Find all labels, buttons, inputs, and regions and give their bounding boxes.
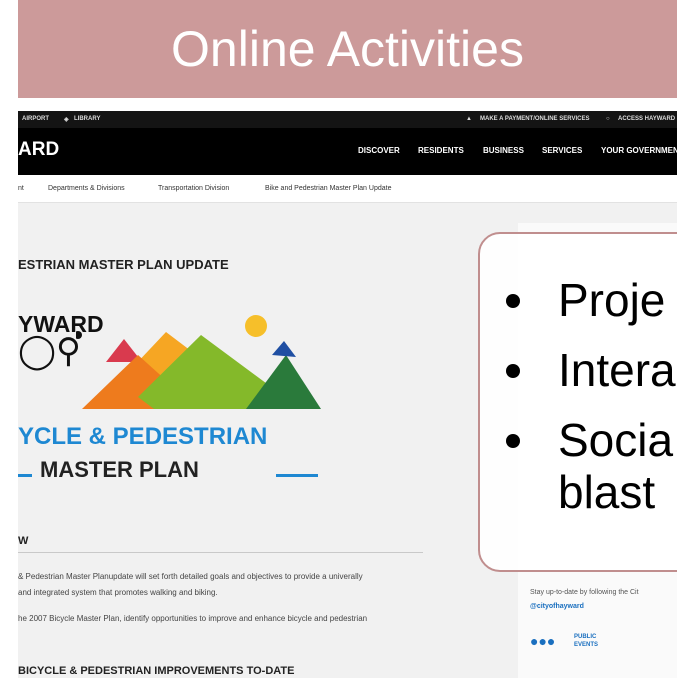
bullet-dot [506, 434, 520, 448]
breadcrumb-item[interactable]: Departments & Divisions [48, 185, 125, 192]
plan-logo-line2: MASTER PLAN [40, 457, 199, 482]
overview-heading: W [18, 535, 29, 547]
paragraph-line: and integrated system that promotes walk… [18, 588, 218, 597]
overview-paragraph: he 2007 Bicycle Master Plan, identify op… [18, 611, 428, 627]
topbar-link-airport[interactable]: AIRPORT [22, 116, 49, 122]
bullet-callout: Proje Intera Socia blast [478, 232, 677, 572]
people-icon: ●●● [530, 633, 556, 649]
bullet-dot [506, 294, 520, 308]
bullet-dot [506, 364, 520, 378]
divider [18, 552, 423, 553]
bullet-text: Intera [558, 344, 676, 396]
breadcrumb: nt Departments & Divisions Transportatio… [18, 175, 677, 203]
nav-government[interactable]: YOUR GOVERNMEN [601, 146, 677, 155]
plan-logo-rule-left [18, 474, 32, 477]
shield-icon: ▲ [466, 116, 472, 122]
slide-title-banner: Online Activities [18, 0, 677, 98]
site-logo[interactable]: ARD [18, 139, 59, 161]
breadcrumb-item[interactable]: Transportation Division [158, 185, 229, 192]
sidebar-follow-text: Stay up-to-date by following the Cit [530, 589, 639, 596]
page-title: ESTRIAN MASTER PLAN UPDATE [18, 257, 229, 272]
bullet-text: Proje [558, 274, 666, 326]
topbar-link-payment[interactable]: MAKE A PAYMENT/ONLINE SERVICES [480, 116, 589, 122]
slide-title: Online Activities [171, 21, 524, 77]
paragraph-line: & Pedestrian Master Planupdate will set … [18, 572, 363, 581]
improvements-heading: BICYCLE & PEDESTRIAN IMPROVEMENTS TO-DAT… [18, 665, 295, 677]
nav-residents[interactable]: RESIDENTS [418, 146, 464, 155]
public-events-link[interactable]: PUBLIC EVENTS [574, 633, 614, 649]
topbar-link-library[interactable]: LIBRARY [74, 116, 100, 122]
mountains-logo-graphic [76, 315, 321, 409]
plan-logo: YWARD ◯⚲ YCLE & PEDESTRIAN MASTER PLAN [18, 297, 338, 507]
bullet-text: Socia [558, 414, 674, 466]
bullet-text: blast [558, 466, 656, 518]
plan-logo-line1: YCLE & PEDESTRIAN [18, 423, 268, 450]
access-icon: ○ [606, 116, 610, 122]
library-icon: ◈ [64, 117, 69, 123]
utility-bar: AIRPORT ◈ LIBRARY ▲ MAKE A PAYMENT/ONLIN… [18, 111, 677, 128]
nav-services[interactable]: SERVICES [542, 146, 582, 155]
main-nav: ARD DISCOVER RESIDENTS BUSINESS SERVICES… [18, 128, 677, 175]
breadcrumb-item[interactable]: Bike and Pedestrian Master Plan Update [265, 185, 391, 192]
plan-logo-rule-right [276, 474, 318, 477]
overview-paragraph: & Pedestrian Master Planupdate will set … [18, 569, 428, 601]
pedestrian-icon: ◯⚲ [18, 332, 81, 370]
nav-discover[interactable]: DISCOVER [358, 146, 400, 155]
breadcrumb-item[interactable]: nt [18, 185, 24, 192]
nav-business[interactable]: BUSINESS [483, 146, 524, 155]
topbar-link-access[interactable]: ACCESS HAYWARD [618, 116, 675, 122]
twitter-handle-link[interactable]: @cityofhayward [530, 603, 584, 610]
paragraph-line: he 2007 Bicycle Master Plan, identify op… [18, 614, 368, 623]
